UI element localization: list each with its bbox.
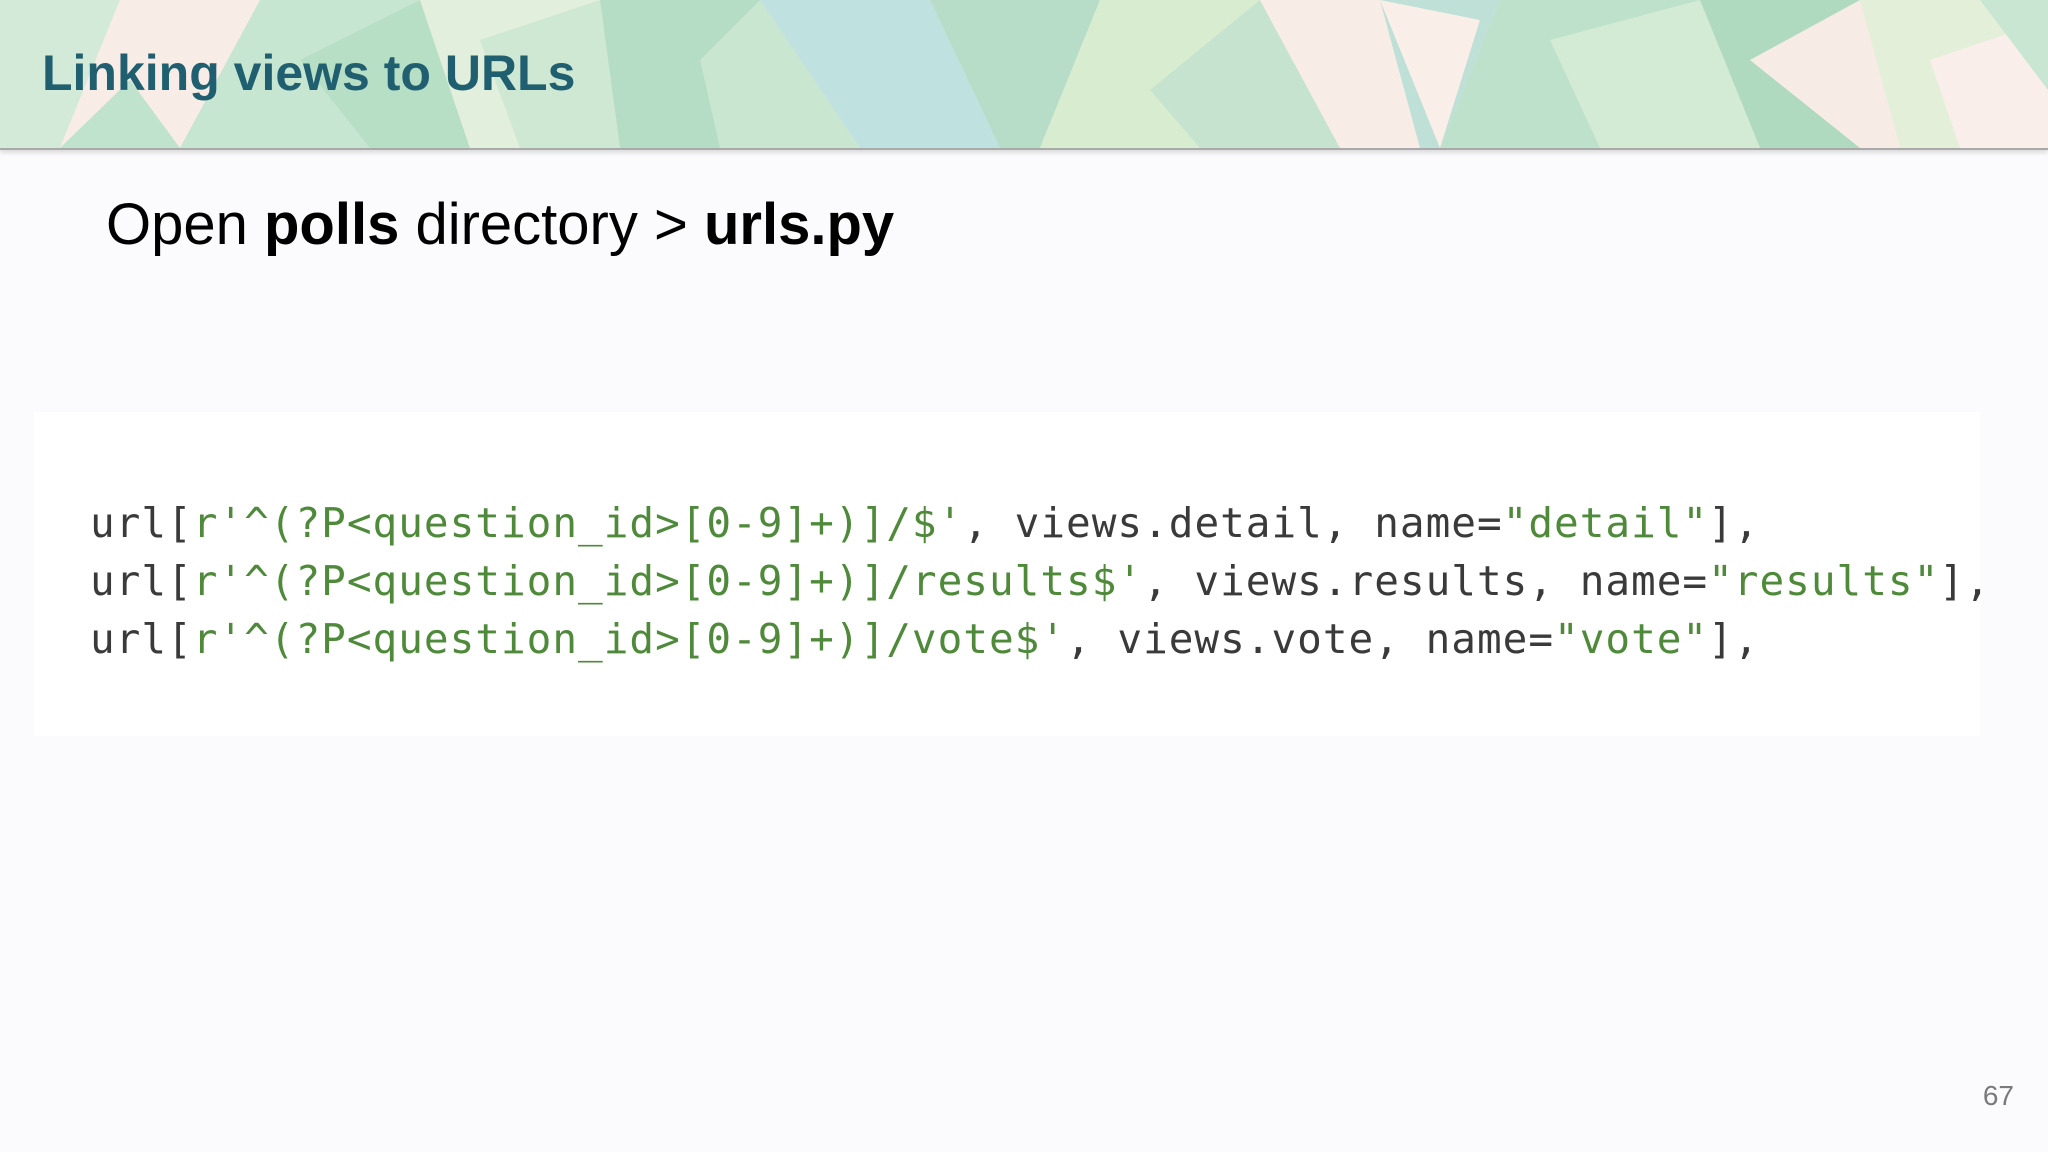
code-token-prefix: url[ (90, 557, 193, 605)
code-token-regex: r'^(?P<question_id>[0-9]+)]/results$' (192, 557, 1144, 605)
code-token-regex: r'^(?P<question_id>[0-9]+)]/vote$' (192, 615, 1067, 663)
code-token-suffix: ], (1939, 557, 1991, 605)
code-line-vote: url[r'^(?P<question_id>[0-9]+)]/vote$', … (90, 610, 1760, 668)
code-token-middle: , views.vote, name= (1066, 615, 1555, 663)
code-token-name: "vote" (1554, 615, 1709, 663)
code-line-detail: url[r'^(?P<question_id>[0-9]+)]/$', view… (90, 494, 1760, 552)
code-token-middle: , views.results, name= (1143, 557, 1709, 605)
code-token-regex: r'^(?P<question_id>[0-9]+)]/$' (192, 499, 964, 547)
page-number: 67 (1982, 1080, 2014, 1111)
subtitle-urls-py-bold: urls.py (703, 192, 895, 257)
subtitle-text-directory: directory > (399, 192, 704, 257)
subtitle-text-open: Open (106, 192, 264, 257)
code-token-name: "results" (1708, 557, 1940, 605)
code-snippet-box: url[r'^(?P<question_id>[0-9]+)]/$', view… (34, 412, 1990, 736)
code-token-prefix: url[ (90, 499, 193, 547)
code-token-name: "detail" (1502, 499, 1709, 547)
code-line-results: url[r'^(?P<question_id>[0-9]+)]/results$… (90, 552, 1991, 610)
code-token-suffix: ], (1708, 615, 1760, 663)
slide-subtitle: Open polls directory > urls.py (106, 190, 894, 260)
slide-title: Linking views to URLs (42, 45, 576, 101)
code-token-middle: , views.detail, name= (963, 499, 1503, 547)
code-token-suffix: ], (1708, 499, 1760, 547)
slide-header: Linking views to URLs (0, 0, 2048, 150)
code-token-prefix: url[ (90, 615, 193, 663)
subtitle-polls-bold: polls (264, 192, 400, 257)
